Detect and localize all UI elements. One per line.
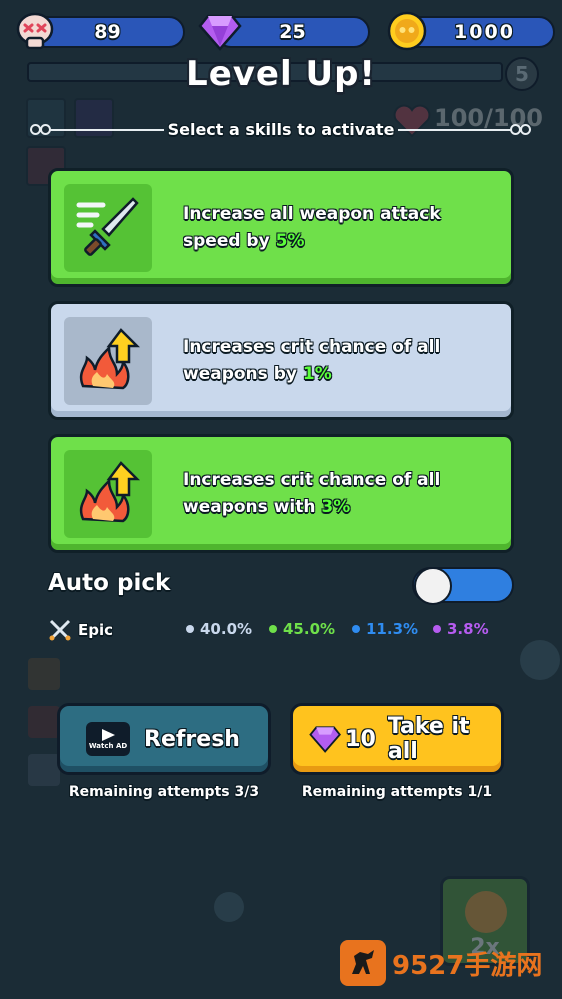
- watch-ad-label: Watch AD: [88, 742, 128, 750]
- side-slot-2: [28, 706, 60, 738]
- refresh-button[interactable]: Watch AD Refresh: [57, 703, 271, 775]
- watermark: 9527手游网: [340, 940, 542, 986]
- skill-card-3[interactable]: Increases crit chance of all weapons wit…: [48, 434, 514, 553]
- skill-card-2[interactable]: Increases crit chance of all weapons by …: [48, 301, 514, 420]
- side-slot-3: [28, 754, 60, 786]
- subtitle: Select a skills to activate: [167, 120, 395, 139]
- take-all-attempts: Remaining attempts 1/1: [301, 784, 493, 800]
- skill-description: Increase all weapon attack speed by 5%: [183, 204, 441, 251]
- take-all-button[interactable]: 10 Take it all: [290, 703, 504, 775]
- skill-description: Increases crit chance of all weapons by …: [183, 337, 441, 384]
- rate-dot: [433, 625, 441, 633]
- sword-speed-icon: [64, 184, 152, 272]
- rarity-info: Epic: [48, 618, 113, 642]
- skill-card-1[interactable]: Increase all weapon attack speed by 5%: [48, 168, 514, 287]
- rate-value: 45.0%: [283, 620, 336, 638]
- rarity-label: Epic: [78, 621, 114, 639]
- rate-dot: [269, 625, 277, 633]
- page-title: Level Up!: [186, 54, 376, 94]
- rarity-rate-uncommon: 45.0%: [269, 620, 335, 638]
- play-icon: [102, 729, 115, 741]
- subtitle-row: Select a skills to activate: [30, 118, 532, 142]
- horse-logo-icon: [340, 940, 386, 986]
- enemy-blob: [520, 640, 560, 680]
- rate-value: 11.3%: [366, 620, 419, 638]
- crossed-swords-icon: [49, 619, 71, 641]
- crit-fire-icon: [64, 317, 152, 405]
- skull-icon: [14, 10, 56, 56]
- gem-icon: [309, 726, 341, 753]
- coin-icon: [386, 10, 428, 56]
- take-all-label: Take it all: [387, 714, 470, 764]
- refresh-label: Refresh: [144, 726, 240, 752]
- rarity-rate-rare: 11.3%: [352, 620, 418, 638]
- rate-value: 3.8%: [447, 620, 489, 638]
- skill-description: Increases crit chance of all weapons wit…: [183, 470, 441, 517]
- auto-pick-toggle[interactable]: [412, 567, 514, 605]
- side-slot-1: [28, 658, 60, 690]
- rarity-rate-epic: 3.8%: [433, 620, 489, 638]
- crit-fire-icon: [64, 450, 152, 538]
- stopwatch-icon: [465, 891, 507, 933]
- auto-pick-label: Auto pick: [48, 570, 171, 596]
- rate-dot: [186, 625, 194, 633]
- watch-ad-icon: Watch AD: [86, 722, 130, 756]
- coin-count: 1000: [454, 21, 515, 43]
- rarity-rate-common: 40.0%: [186, 620, 252, 638]
- refresh-attempts: Remaining attempts 3/3: [68, 784, 260, 800]
- rate-dot: [352, 625, 360, 633]
- toggle-knob: [414, 567, 452, 605]
- take-all-cost: 10: [345, 726, 376, 752]
- rate-value: 40.0%: [200, 620, 253, 638]
- gem-icon: [198, 12, 242, 56]
- skull-count: 89: [94, 21, 121, 43]
- watermark-text: 9527手游网: [392, 950, 543, 981]
- gem-count: 25: [279, 21, 306, 43]
- enemy-blob: [214, 892, 244, 922]
